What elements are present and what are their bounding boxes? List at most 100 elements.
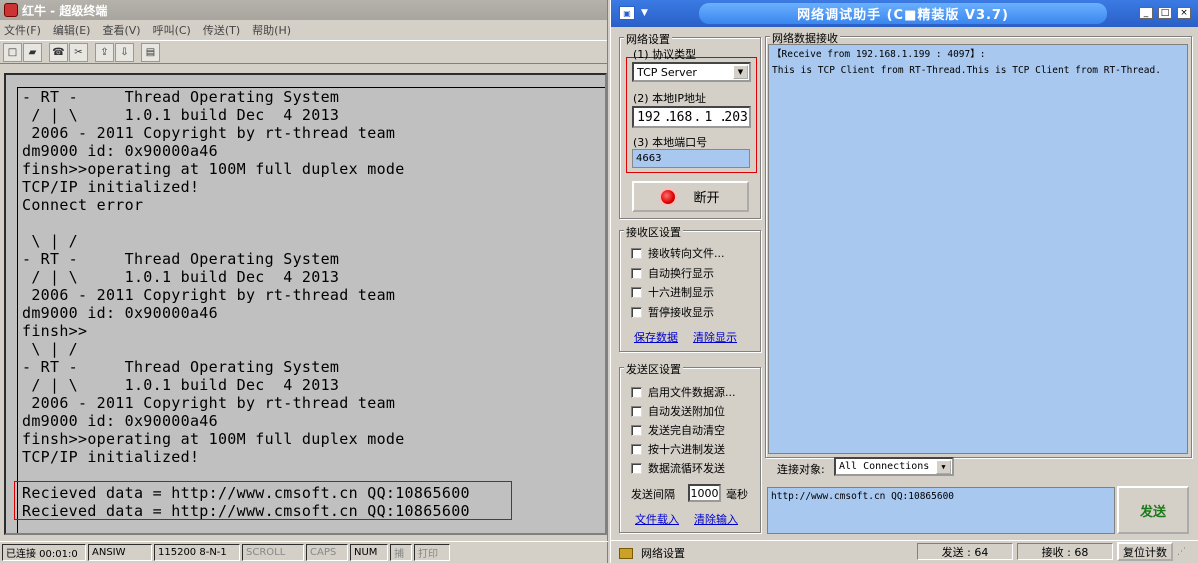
hex-send-label: 按十六进制发送 (648, 443, 725, 456)
hex-send-checkbox[interactable]: 按十六进制发送 (631, 441, 725, 457)
terminal-title-bar[interactable]: 红牛 - 超级终端 (0, 0, 607, 20)
interval-label: 发送间隔 (631, 488, 675, 501)
terminal-line: - RT - Thread Operating System (22, 250, 340, 268)
ip-octet[interactable]: 168 (668, 110, 694, 125)
terminal-title: 红牛 - 超级终端 (22, 3, 108, 18)
menu-file[interactable]: 文件(F) (4, 22, 41, 38)
close-icon[interactable]: × (1177, 7, 1191, 19)
load-file-link[interactable]: 文件载入 (635, 511, 679, 527)
terminal-line: / | \ 1.0.1 build Dec 4 2013 (22, 106, 340, 124)
terminal-screen[interactable]: - RT - Thread Operating System / | \ 1.0… (4, 73, 607, 535)
hex-display-label: 十六进制显示 (648, 286, 714, 299)
terminal-toolbar: □ ▰ ☎ ✂ ⇪ ⇩ ▤ (0, 40, 607, 64)
resize-grip-icon[interactable]: ⋰ (1177, 547, 1191, 561)
auto-wrap-checkbox[interactable]: 自动换行显示 (631, 265, 714, 281)
menu-transfer[interactable]: 传送(T) (203, 22, 240, 38)
recv-to-file-checkbox[interactable]: 接收转向文件... (631, 245, 725, 261)
ip-octet[interactable]: 203 (723, 110, 749, 125)
recv-settings-title: 接收区设置 (624, 224, 683, 240)
terminal-line: \ | / (22, 232, 78, 250)
terminal-line: dm9000 id: 0x90000a46 (22, 304, 218, 322)
disconnect-button[interactable]: 断开 (632, 181, 749, 212)
net-title-bar[interactable]: ▣ ▼ 网络调试助手 (C■精装版 V3.7) _ □ × (611, 0, 1198, 27)
reset-count-button[interactable]: 复位计数 (1117, 542, 1173, 561)
menu-call[interactable]: 呼叫(C) (153, 22, 191, 38)
pause-recv-checkbox[interactable]: 暂停接收显示 (631, 304, 714, 320)
checkbox-icon[interactable] (631, 462, 642, 474)
pause-recv-label: 暂停接收显示 (648, 306, 714, 319)
minimize-icon[interactable]: _ (1139, 7, 1153, 19)
checkbox-icon[interactable] (631, 247, 642, 259)
auto-append-label: 自动发送附加位 (648, 405, 725, 418)
checkbox-icon[interactable] (631, 443, 642, 455)
net-status-state: 网络设置 (619, 545, 685, 561)
send-input[interactable]: http://www.cmsoft.cn QQ:10865600 (767, 487, 1115, 534)
checkbox-icon[interactable] (631, 306, 642, 318)
terminal-menubar: 文件(F) 编辑(E) 查看(V) 呼叫(C) 传送(T) 帮助(H) (0, 20, 607, 40)
menu-help[interactable]: 帮助(H) (252, 22, 291, 38)
chevron-down-icon[interactable]: ▼ (641, 8, 648, 18)
ip-octet[interactable]: 192 (634, 110, 664, 125)
auto-append-checkbox[interactable]: 自动发送附加位 (631, 403, 725, 419)
ip-label: (2) 本地IP地址 (633, 92, 706, 105)
menu-edit[interactable]: 编辑(E) (53, 22, 91, 38)
terminal-line: dm9000 id: 0x90000a46 (22, 412, 218, 430)
protocol-select[interactable]: TCP Server ▼ (632, 62, 751, 82)
hex-display-checkbox[interactable]: 十六进制显示 (631, 284, 714, 300)
checkbox-icon[interactable] (631, 424, 642, 436)
terminal-line: finsh>>operating at 100M full duplex mod… (22, 430, 405, 448)
target-label: 连接对象: (777, 463, 825, 476)
status-port: 115200 8-N-1 (154, 544, 240, 561)
system-menu-icon[interactable]: ▣ (619, 6, 635, 20)
auto-clear-checkbox[interactable]: 发送完自动清空 (631, 422, 725, 438)
checkbox-icon[interactable] (631, 386, 642, 398)
properties-icon[interactable]: ▤ (141, 42, 160, 62)
checkbox-icon[interactable] (631, 286, 642, 298)
target-value: All Connections (839, 461, 930, 472)
ip-octet[interactable]: 1 (697, 110, 719, 125)
recv-header: 【Receive from 192.168.1.199 : 4097】: (772, 49, 986, 60)
status-num: NUM (350, 544, 388, 561)
interval-input[interactable]: 1000 (688, 484, 721, 502)
protocol-label: (1) 协议类型 (633, 48, 697, 61)
net-status-state-label: 网络设置 (641, 547, 685, 560)
chevron-down-icon[interactable]: ▼ (733, 65, 748, 79)
send-settings-title: 发送区设置 (624, 361, 683, 377)
clear-display-link[interactable]: 清除显示 (693, 329, 737, 345)
maximize-icon[interactable]: □ (1158, 7, 1172, 19)
port-input[interactable]: 4663 (632, 149, 750, 168)
app-icon (4, 3, 18, 17)
new-file-icon[interactable]: □ (3, 42, 22, 62)
status-scroll: SCROLL (242, 544, 304, 561)
net-settings-title: 网络设置 (624, 31, 672, 47)
status-emulation: ANSIW (88, 544, 152, 561)
chevron-down-icon[interactable]: ▼ (936, 460, 951, 474)
recv-content: This is TCP Client from RT-Thread.This i… (772, 65, 1161, 76)
checkbox-icon[interactable] (631, 267, 642, 279)
send-button[interactable]: 发送 (1117, 486, 1189, 534)
target-select[interactable]: All Connections ▼ (834, 457, 954, 476)
terminal-line: 2006 - 2011 Copyright by rt-thread team (22, 124, 396, 142)
ip-address-input[interactable]: 192. 168. 1. 203 (632, 106, 751, 128)
recv-count: 接收 : 68 (1017, 543, 1113, 560)
terminal-line: / | \ 1.0.1 build Dec 4 2013 (22, 376, 340, 394)
status-connected: 已连接 00:01:0 (2, 544, 86, 561)
terminal-line: TCP/IP initialized! (22, 178, 200, 196)
terminal-output[interactable]: - RT - Thread Operating System / | \ 1.0… (17, 87, 605, 533)
loop-send-label: 数据流循环发送 (648, 462, 725, 475)
terminal-line: Recieved data = http://www.cmsoft.cn QQ:… (22, 484, 470, 502)
file-source-checkbox[interactable]: 启用文件数据源... (631, 384, 736, 400)
checkbox-icon[interactable] (631, 405, 642, 417)
send-file-icon[interactable]: ⇪ (95, 42, 114, 62)
open-folder-icon[interactable]: ▰ (23, 42, 42, 62)
save-data-link[interactable]: 保存数据 (634, 329, 678, 345)
receive-file-icon[interactable]: ⇩ (115, 42, 134, 62)
clear-input-link[interactable]: 清除输入 (694, 511, 738, 527)
disconnect-icon[interactable]: ✂ (69, 42, 88, 62)
phone-icon[interactable]: ☎ (49, 42, 68, 62)
loop-send-checkbox[interactable]: 数据流循环发送 (631, 460, 725, 476)
menu-view[interactable]: 查看(V) (102, 22, 140, 38)
recv-data-area[interactable]: 【Receive from 192.168.1.199 : 4097】: This… (768, 44, 1188, 454)
